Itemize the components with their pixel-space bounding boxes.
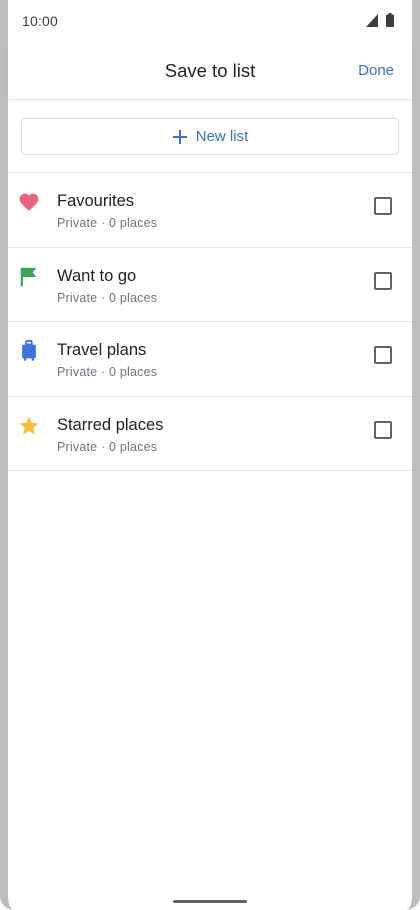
signal-icon: [366, 14, 378, 27]
list-title: Starred places: [57, 415, 164, 434]
phone-frame: 10:00 Save to list Done New list Favouri…: [0, 0, 420, 910]
list-subtitle: Private · 0 places: [57, 216, 158, 230]
app-bar: Save to list Done: [8, 44, 412, 100]
list-item-favourites[interactable]: Favourites Private · 0 places: [8, 173, 412, 248]
plus-icon: [172, 129, 187, 144]
list-item-travel-plans[interactable]: Travel plans Private · 0 places: [8, 322, 412, 397]
page-title: Save to list: [164, 60, 256, 81]
done-button[interactable]: Done: [358, 62, 394, 79]
new-list-label: New list: [195, 128, 249, 145]
want-to-go-checkbox[interactable]: [374, 271, 392, 290]
favourites-checkbox[interactable]: [374, 197, 392, 215]
list-subtitle: Private · 0 places: [57, 290, 158, 305]
list-subtitle: Private · 0 places: [57, 365, 158, 379]
home-indicator[interactable]: [173, 900, 247, 903]
status-time: 10:00: [22, 13, 59, 29]
star-icon: [19, 416, 39, 434]
list-subtitle: Private · 0 places: [57, 439, 158, 454]
status-bar: 10:00: [8, 0, 412, 40]
list-title: Favourites: [57, 192, 135, 210]
list-title: Want to go: [57, 266, 137, 285]
starred-places-checkbox[interactable]: [374, 420, 392, 439]
new-list-button[interactable]: New list: [21, 118, 399, 155]
battery-icon: [386, 13, 394, 27]
flag-icon: [20, 267, 37, 286]
list-item-want-to-go[interactable]: Want to go Private · 0 places: [8, 248, 412, 322]
suitcase-icon: [22, 340, 36, 361]
saved-lists: Favourites Private · 0 places Want to go…: [8, 173, 412, 471]
travel-plans-checkbox[interactable]: [374, 346, 392, 364]
heart-icon: [19, 193, 39, 211]
list-item-starred-places[interactable]: Starred places Private · 0 places: [8, 397, 412, 471]
list-title: Travel plans: [57, 341, 147, 359]
